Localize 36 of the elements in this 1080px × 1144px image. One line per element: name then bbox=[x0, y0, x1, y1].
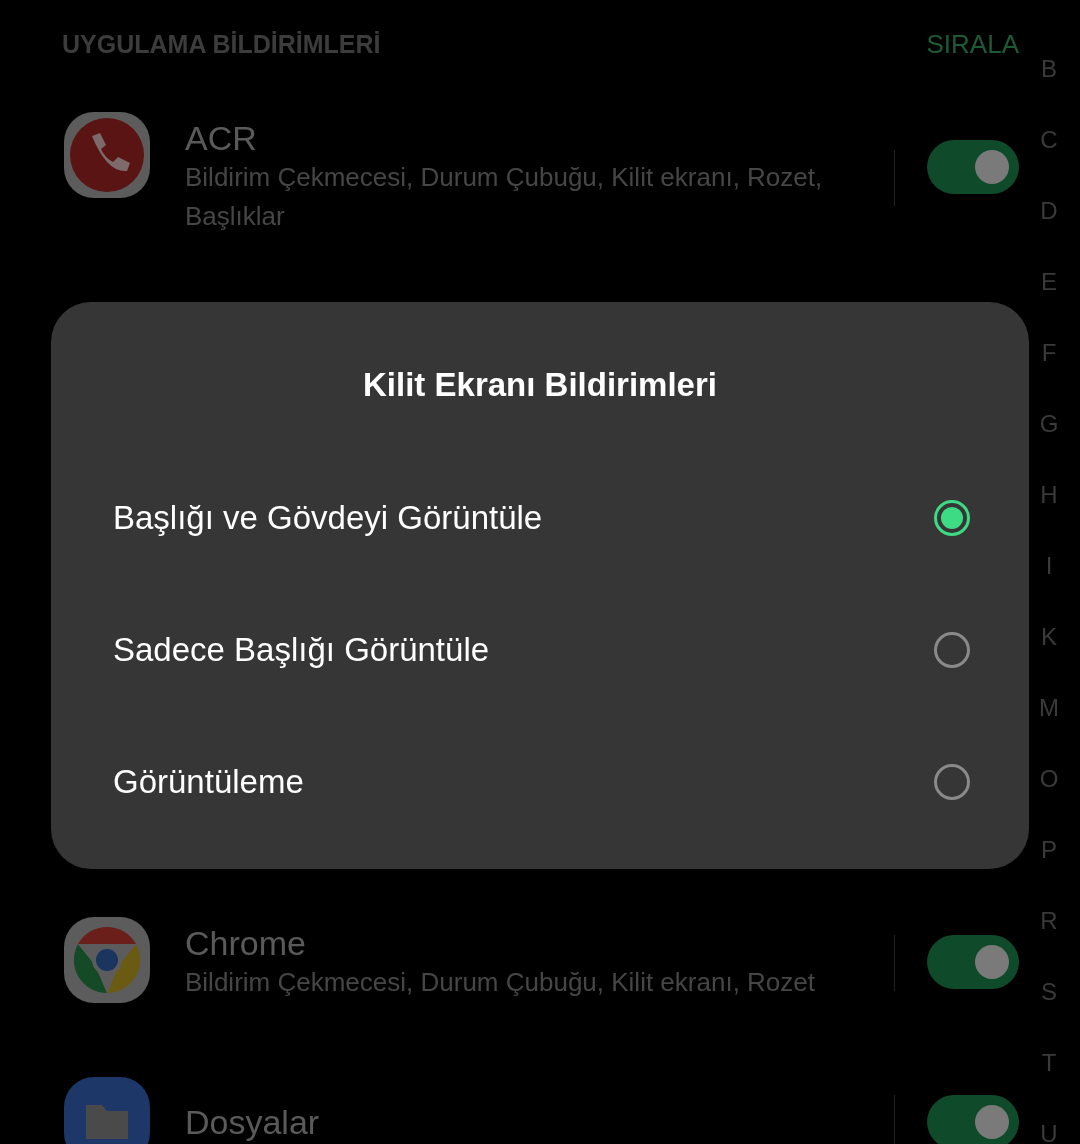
dialog-title: Kilit Ekranı Bildirimleri bbox=[362, 365, 718, 405]
index-letter[interactable]: F bbox=[1041, 317, 1057, 388]
option-label[interactable]: Başlığı ve Gövdeyi Görüntüle bbox=[113, 499, 543, 537]
app-name: Chrome bbox=[185, 923, 307, 963]
index-letter[interactable]: O bbox=[1039, 743, 1059, 814]
radio-button[interactable] bbox=[934, 500, 970, 536]
index-letter[interactable]: S bbox=[1041, 956, 1057, 1027]
phone-app-icon[interactable] bbox=[62, 110, 152, 200]
folder-app-icon[interactable] bbox=[62, 1075, 152, 1144]
index-letter[interactable]: R bbox=[1040, 885, 1058, 956]
index-letter[interactable]: U bbox=[1040, 1098, 1058, 1144]
index-letter[interactable]: B bbox=[1041, 33, 1057, 104]
toggle-switch[interactable] bbox=[927, 1095, 1019, 1144]
app-name: ACR bbox=[185, 118, 258, 158]
option-label[interactable]: Sadece Başlığı Görüntüle bbox=[113, 631, 490, 669]
toggle-switch[interactable] bbox=[927, 935, 1019, 989]
app-name: Dosyalar bbox=[185, 1105, 321, 1139]
index-letter[interactable]: T bbox=[1041, 1027, 1057, 1098]
browser-app-icon[interactable] bbox=[62, 915, 152, 1005]
radio-button[interactable] bbox=[934, 764, 970, 800]
index-letter[interactable]: I bbox=[1045, 530, 1053, 601]
option-label[interactable]: Görüntüleme bbox=[113, 763, 304, 801]
toggle-switch[interactable] bbox=[927, 140, 1019, 194]
index-letter[interactable]: M bbox=[1039, 672, 1059, 743]
index-letter[interactable]: H bbox=[1040, 459, 1058, 530]
index-letter[interactable]: E bbox=[1041, 246, 1057, 317]
index-letter[interactable]: C bbox=[1040, 104, 1058, 175]
index-letter[interactable]: P bbox=[1041, 814, 1057, 885]
section-title: UYGULAMA BİLDİRİMLERİ bbox=[62, 29, 381, 59]
notification-summary: Bildirim Çekmecesi, Durum Çubuğu, Kilit ekranı, Rozet bbox=[185, 966, 816, 999]
radio-button[interactable] bbox=[934, 632, 970, 668]
sort-link[interactable]: SIRALA bbox=[926, 28, 1019, 60]
index-letter[interactable]: G bbox=[1039, 388, 1059, 459]
index-letter[interactable]: D bbox=[1040, 175, 1058, 246]
index-letter[interactable]: K bbox=[1041, 601, 1057, 672]
notification-summary: Bildirim Çekmecesi, Durum Çubuğu, Kilit ekranı, Rozet, Başlıklar bbox=[185, 161, 824, 233]
